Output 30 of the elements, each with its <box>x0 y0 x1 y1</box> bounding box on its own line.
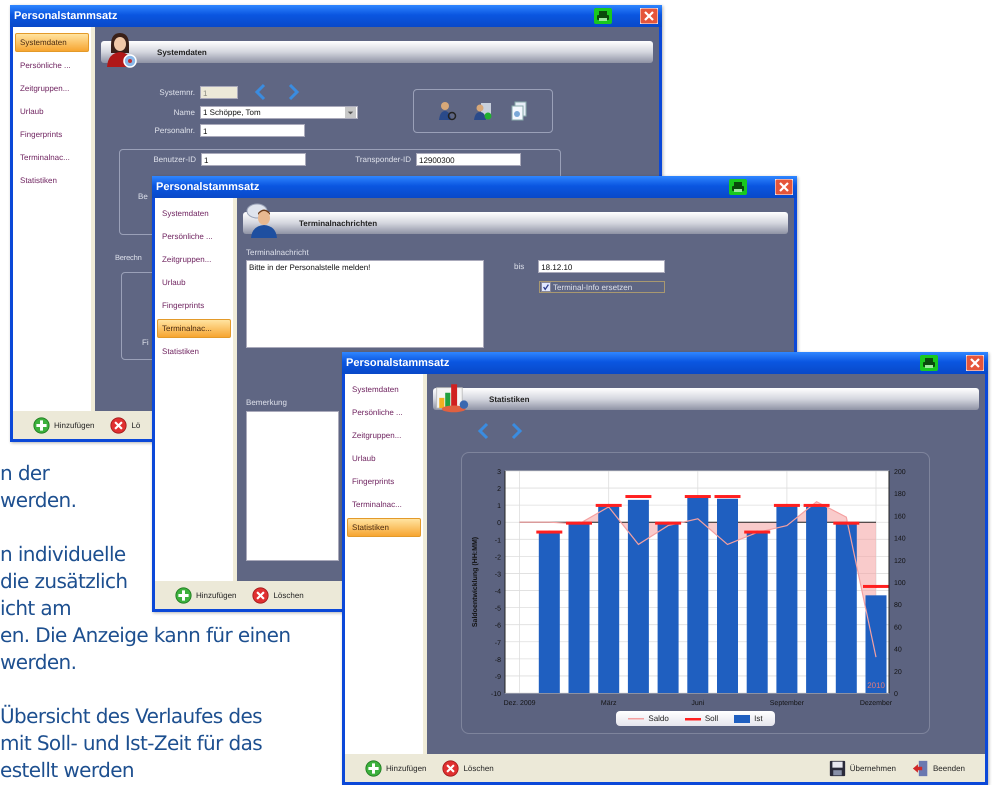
legend-label: Soll <box>704 714 718 723</box>
section-title: Systemdaten <box>157 48 207 56</box>
field-label: Systemnr. <box>158 88 195 96</box>
field-label: Transponder-ID <box>354 155 411 164</box>
text-line: n der <box>0 460 50 487</box>
field-label: Benutzer-ID <box>152 155 196 164</box>
section-title: Statistiken <box>489 394 530 404</box>
field-label: bis <box>514 262 524 271</box>
field-label: Personalnr. <box>154 126 195 135</box>
field-label: Fi <box>142 338 149 347</box>
year-annotation: 2010 <box>867 681 885 690</box>
field-label: Terminalnachricht <box>246 248 310 257</box>
text-line: estellt werden <box>0 757 134 784</box>
text-line: icht am <box>0 595 71 622</box>
legend-label: Ist <box>754 714 763 723</box>
text-line: werden. <box>0 649 76 676</box>
window-title: Personalstammsatz <box>346 357 450 369</box>
text-line: die zusätzlich <box>0 568 128 595</box>
text-line: werden. <box>0 487 76 514</box>
text-line: mit Soll- und Ist-Zeit für das <box>0 730 262 757</box>
window-title: Personalstammsatz <box>14 10 118 22</box>
section-title: Terminalnachrichten <box>299 218 378 228</box>
field-label: Be <box>138 192 148 201</box>
window-title: Personalstammsatz <box>156 181 260 193</box>
legend-label: Saldo <box>648 714 669 723</box>
text-line: en. Die Anzeige kann für einen <box>0 622 290 649</box>
text-line: Übersicht des Verlaufes des <box>0 703 262 730</box>
field-label: Name <box>172 108 195 117</box>
text-line: n individuelle <box>0 541 126 568</box>
field-label: Bemerkung <box>246 398 287 407</box>
